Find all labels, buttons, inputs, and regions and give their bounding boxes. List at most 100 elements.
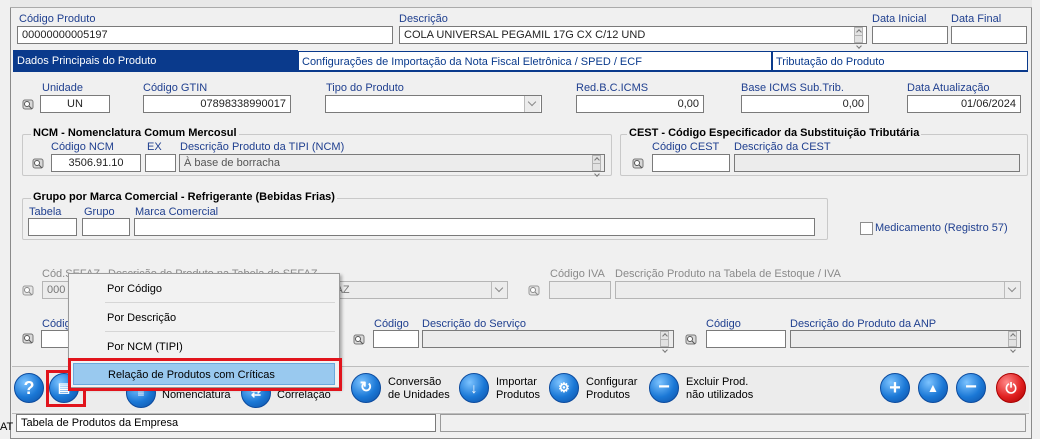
minus-icon[interactable]: − bbox=[649, 373, 679, 403]
codigo-cest-input[interactable] bbox=[652, 154, 730, 172]
marca-comercial-input[interactable] bbox=[134, 218, 815, 236]
grupo-label: Grupo bbox=[84, 206, 115, 218]
up-arrow-icon[interactable]: ▲ bbox=[918, 373, 948, 403]
cest-title: CEST - Código Especificador da Substitui… bbox=[627, 127, 922, 139]
conversao-label-1[interactable]: Conversão bbox=[388, 376, 441, 389]
ex-input[interactable] bbox=[145, 154, 176, 172]
search-lookup-icon[interactable] bbox=[683, 331, 699, 347]
search-lookup-icon[interactable] bbox=[526, 282, 542, 298]
menu-separator bbox=[105, 302, 335, 303]
chevron-down-icon[interactable] bbox=[491, 282, 507, 298]
descricao-label: Descrição bbox=[399, 13, 448, 25]
gtin-label: Código GTIN bbox=[143, 82, 208, 94]
data-atualizacao-input[interactable]: 01/06/2024 bbox=[907, 95, 1021, 113]
data-final-label: Data Final bbox=[951, 13, 1002, 25]
chevron-down-icon[interactable] bbox=[524, 96, 540, 112]
tab-configuracoes-importacao[interactable]: Configurações de Importação da Nota Fisc… bbox=[298, 51, 772, 72]
tab-underline bbox=[13, 70, 1028, 72]
desc-servico-input[interactable] bbox=[422, 330, 674, 348]
menu-item-por-descricao[interactable]: Por Descrição bbox=[73, 307, 335, 329]
grupo-marca-title: Grupo por Marca Comercial - Refrigerante… bbox=[31, 191, 337, 203]
base-icms-input[interactable]: 0,00 bbox=[741, 95, 869, 113]
search-lookup-icon[interactable] bbox=[630, 155, 646, 171]
gtin-input[interactable]: 07898338990017 bbox=[143, 95, 291, 113]
codigo-cest-label: Código CEST bbox=[652, 141, 720, 153]
desc-anp-label: Descrição do Produto da ANP bbox=[790, 318, 937, 330]
tipo-produto-label: Tipo do Produto bbox=[326, 82, 404, 94]
codigo-produto-input[interactable]: 00000000005197 bbox=[17, 26, 393, 44]
codigo-iva-label: Código IVA bbox=[550, 268, 605, 280]
power-icon[interactable]: ⏻ bbox=[996, 373, 1026, 403]
marca-comercial-label: Marca Comercial bbox=[135, 206, 219, 218]
excluir-label-1[interactable]: Excluir Prod. bbox=[686, 376, 748, 389]
side-label: AT bbox=[0, 421, 14, 433]
anp-scroll-down[interactable] bbox=[1008, 339, 1017, 347]
menu-item-por-ncm[interactable]: Por NCM (TIPI) bbox=[73, 336, 335, 358]
data-atualizacao-label: Data Atualização bbox=[907, 82, 990, 94]
servico-scroll-down[interactable] bbox=[660, 339, 669, 347]
excluir-label-2[interactable]: não utilizados bbox=[686, 389, 753, 402]
status-panel bbox=[440, 414, 1026, 432]
codigo-servico-label: Código bbox=[374, 318, 409, 330]
search-lookup-icon[interactable] bbox=[20, 96, 36, 112]
search-lookup-icon[interactable] bbox=[20, 282, 36, 298]
unidade-input[interactable]: UN bbox=[40, 95, 110, 113]
descricao-scroll-down[interactable] bbox=[854, 35, 863, 43]
help-button[interactable]: ? bbox=[14, 373, 44, 403]
tab-tributacao[interactable]: Tributação do Produto bbox=[772, 51, 1028, 72]
codigo-produto-label: Código Produto bbox=[19, 13, 96, 25]
desc-anp-input[interactable] bbox=[790, 330, 1021, 348]
conversao-label-2[interactable]: de Unidades bbox=[388, 389, 450, 402]
import-icon[interactable]: ↓ bbox=[459, 373, 489, 403]
red-bc-icms-label: Red.B.C.ICMS bbox=[576, 82, 649, 94]
base-icms-label: Base ICMS Sub.Trib. bbox=[741, 82, 844, 94]
grupo-input[interactable] bbox=[82, 218, 130, 236]
unidade-label: Unidade bbox=[42, 82, 83, 94]
ncm-title: NCM - Nomenclatura Comum Mercosul bbox=[31, 127, 239, 139]
medicamento-label: Medicamento (Registro 57) bbox=[875, 222, 1008, 234]
desc-cest-input[interactable] bbox=[734, 154, 1020, 172]
configure-icon[interactable]: ⚙ bbox=[549, 373, 579, 403]
refresh-icon[interactable]: ↻ bbox=[351, 373, 381, 403]
codigo-ncm-label: Código NCM bbox=[51, 141, 114, 153]
configurar-label-2[interactable]: Produtos bbox=[586, 389, 630, 402]
data-inicial-label: Data Inicial bbox=[872, 13, 927, 25]
ncm-scroll-down[interactable] bbox=[592, 163, 601, 171]
tabela-label: Tabela bbox=[29, 206, 62, 218]
importar-label-2[interactable]: Produtos bbox=[496, 389, 540, 402]
add-icon[interactable]: + bbox=[880, 373, 910, 403]
medicamento-checkbox[interactable] bbox=[860, 222, 873, 235]
tabela-input[interactable] bbox=[28, 218, 77, 236]
codigo-input[interactable] bbox=[41, 330, 71, 348]
menu-separator bbox=[105, 331, 335, 332]
ex-label: EX bbox=[147, 141, 162, 153]
tab-dados-principais[interactable]: Dados Principais do Produto bbox=[13, 50, 298, 71]
data-inicial-input[interactable] bbox=[872, 26, 948, 44]
top-strip bbox=[10, 0, 1032, 8]
chevron-down-icon[interactable] bbox=[1004, 282, 1020, 298]
data-final-input[interactable] bbox=[951, 26, 1027, 44]
menu-item-por-codigo[interactable]: Por Código bbox=[73, 278, 335, 300]
desc-iva-label: Descrição Produto na Tabela de Estoque /… bbox=[615, 268, 841, 280]
menu-item-highlight bbox=[68, 358, 342, 391]
configurar-label-1[interactable]: Configurar bbox=[586, 376, 637, 389]
desc-servico-label: Descrição do Serviço bbox=[422, 318, 526, 330]
search-lookup-icon[interactable] bbox=[351, 331, 367, 347]
desc-iva-input[interactable] bbox=[615, 281, 1021, 299]
remove-icon[interactable]: − bbox=[956, 373, 986, 403]
status-text: Tabela de Produtos da Empresa bbox=[16, 414, 436, 432]
codigo-anp-input[interactable] bbox=[706, 330, 786, 348]
codigo-anp-label: Código bbox=[706, 318, 741, 330]
desc-cest-label: Descrição da CEST bbox=[734, 141, 831, 153]
search-lookup-icon[interactable] bbox=[20, 330, 36, 346]
desc-tipi-label: Descrição Produto da TIPI (NCM) bbox=[180, 141, 345, 153]
importar-label-1[interactable]: Importar bbox=[496, 376, 537, 389]
codigo-ncm-input[interactable]: 3506.91.10 bbox=[51, 154, 141, 172]
red-bc-icms-input[interactable]: 0,00 bbox=[576, 95, 704, 113]
tipo-produto-select[interactable] bbox=[325, 95, 542, 113]
codigo-servico-input[interactable] bbox=[373, 330, 419, 348]
descricao-input[interactable]: COLA UNIVERSAL PEGAMIL 17G CX C/12 UND bbox=[399, 26, 867, 44]
desc-tipi-input[interactable]: À base de borracha bbox=[179, 154, 605, 172]
codigo-iva-input[interactable] bbox=[549, 281, 611, 299]
search-lookup-icon[interactable] bbox=[30, 155, 46, 171]
